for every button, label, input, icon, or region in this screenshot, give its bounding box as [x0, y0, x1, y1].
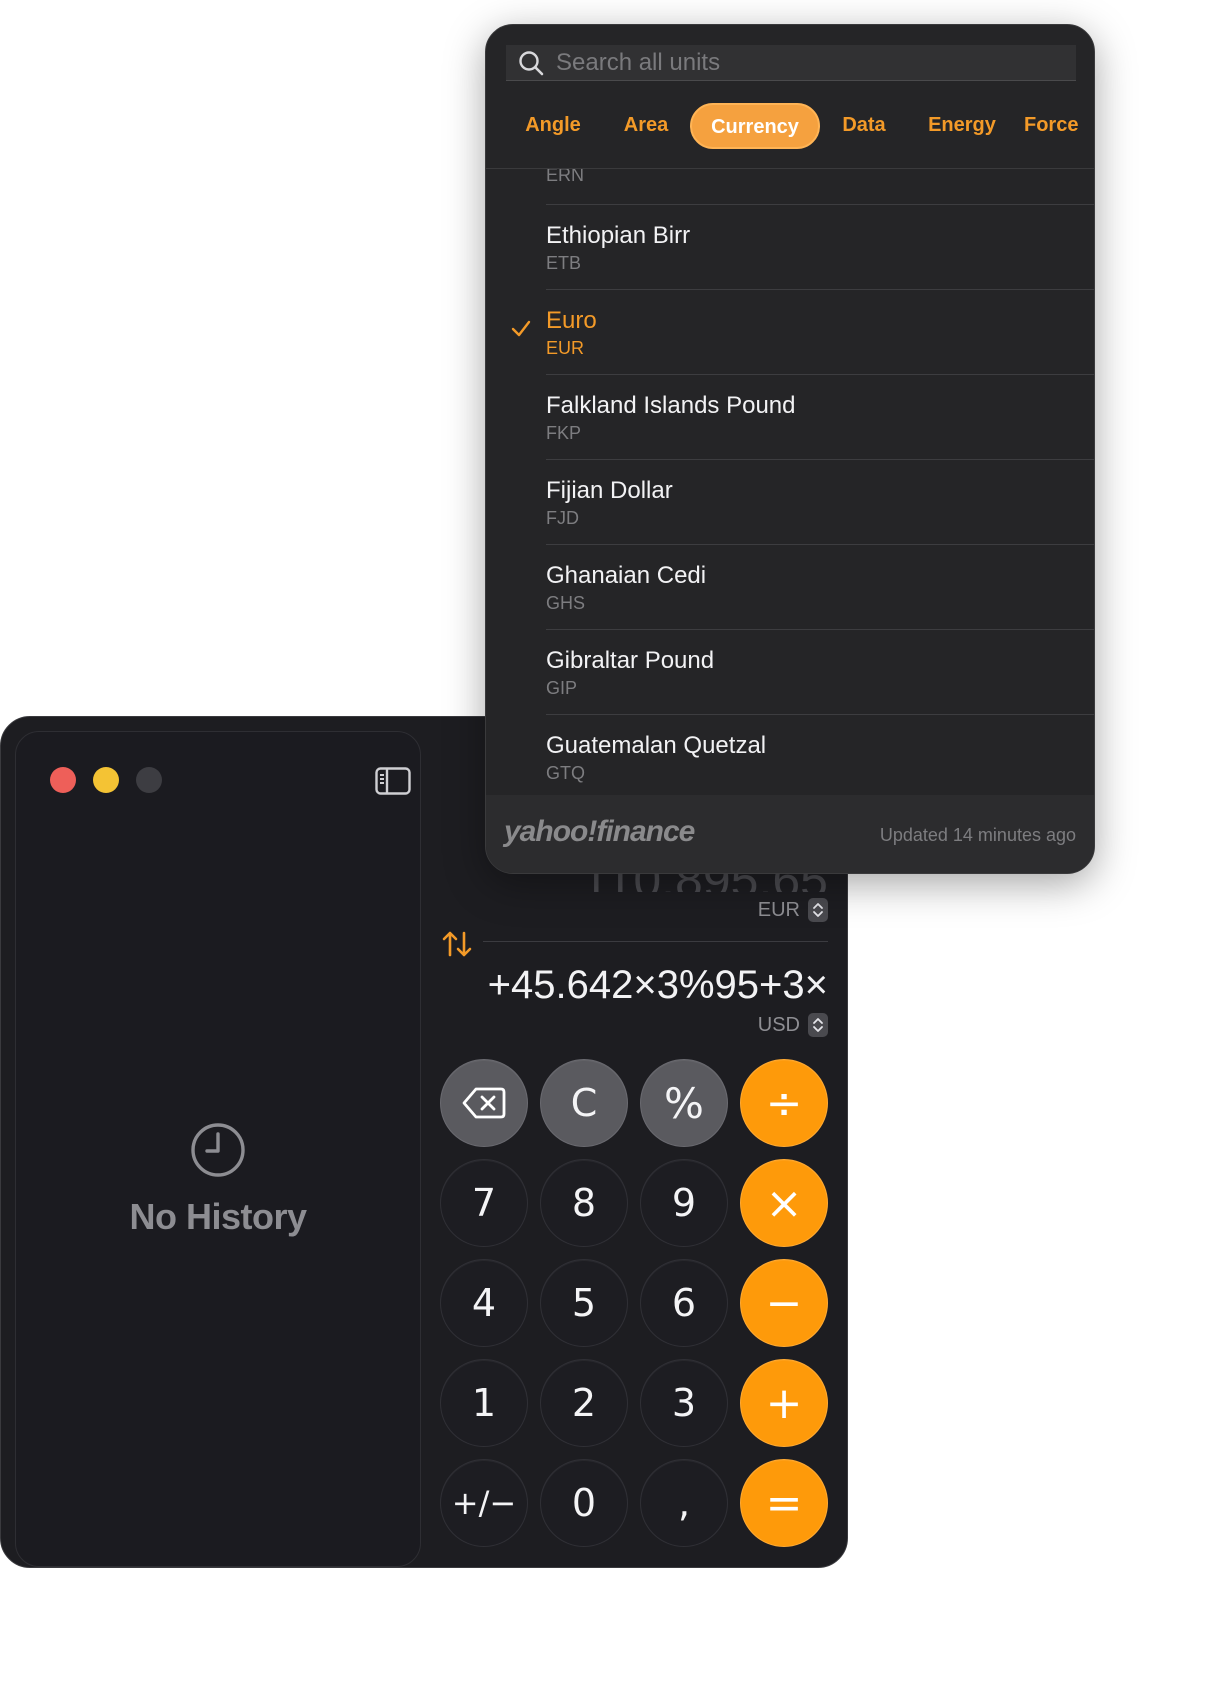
backspace-button[interactable] — [440, 1059, 528, 1147]
digit-5-button[interactable]: 5 — [540, 1259, 628, 1347]
currency-name: Ghanaian Cedi — [546, 562, 707, 589]
display-divider — [483, 941, 828, 942]
subtract-button[interactable]: − — [740, 1259, 828, 1347]
digit-0-button[interactable]: 0 — [540, 1459, 628, 1547]
list-item[interactable]: ERN — [486, 169, 1094, 205]
digit-3-button[interactable]: 3 — [640, 1359, 728, 1447]
currency-code: GHS — [546, 593, 586, 613]
clear-button[interactable]: C — [540, 1059, 628, 1147]
currency-code: FKP — [546, 423, 582, 443]
digit-2-button[interactable]: 2 — [540, 1359, 628, 1447]
currency-code: ETB — [546, 253, 582, 273]
list-item[interactable]: Ghanaian Cedi GHS — [486, 545, 1094, 630]
input-unit-selector[interactable]: USD — [758, 1013, 828, 1037]
converted-unit-label: EUR — [757, 898, 800, 921]
checkmark-icon — [511, 320, 531, 337]
tab-data[interactable]: Data — [826, 103, 902, 149]
digit-4-button[interactable]: 4 — [440, 1259, 528, 1347]
list-item[interactable]: Gibraltar Pound GIP — [486, 630, 1094, 715]
equals-button[interactable]: = — [740, 1459, 828, 1547]
tab-angle[interactable]: Angle — [511, 103, 595, 149]
search-input[interactable] — [556, 48, 1056, 77]
yahoo-finance-logo: yahoo!finance — [504, 815, 695, 848]
minimize-button[interactable] — [93, 767, 119, 793]
expression-display: +45.642×3%95+3× — [482, 960, 828, 1010]
no-history-label: No History — [129, 1196, 307, 1237]
decimal-button[interactable]: , — [640, 1459, 728, 1547]
digit-8-button[interactable]: 8 — [540, 1159, 628, 1247]
add-button[interactable]: + — [740, 1359, 828, 1447]
currency-name: Euro — [546, 307, 597, 334]
currency-code: GIP — [546, 678, 578, 698]
multiply-button[interactable]: × — [740, 1159, 828, 1247]
currency-code: ERN — [546, 169, 585, 185]
list-item[interactable]: Fijian Dollar FJD — [486, 460, 1094, 545]
list-item[interactable]: Falkland Islands Pound FKP — [486, 375, 1094, 460]
currency-code: GTQ — [546, 763, 585, 783]
unit-picker-popover: Angle Area Currency Data Energy Force ER… — [485, 24, 1095, 874]
tab-currency[interactable]: Currency — [690, 103, 820, 149]
digit-6-button[interactable]: 6 — [640, 1259, 728, 1347]
negate-button[interactable]: +/− — [440, 1459, 528, 1547]
digit-7-button[interactable]: 7 — [440, 1159, 528, 1247]
currency-name: Falkland Islands Pound — [546, 392, 796, 419]
input-unit-label: USD — [757, 1013, 800, 1036]
digit-9-button[interactable]: 9 — [640, 1159, 728, 1247]
updated-timestamp: Updated 14 minutes ago — [879, 825, 1076, 845]
divide-button[interactable]: ÷ — [740, 1059, 828, 1147]
percent-button[interactable]: % — [640, 1059, 728, 1147]
currency-name: Guatemalan Quetzal — [546, 732, 767, 759]
search-icon — [519, 50, 544, 75]
currency-name: Ethiopian Birr — [546, 222, 691, 249]
currency-name: Fijian Dollar — [546, 477, 673, 504]
close-button[interactable] — [50, 767, 76, 793]
backspace-icon — [462, 1087, 506, 1119]
tab-force[interactable]: Force — [1024, 103, 1094, 149]
list-item-selected[interactable]: Euro EUR — [486, 290, 1094, 375]
tab-area[interactable]: Area — [608, 103, 684, 149]
expression-text: +45.642×3%95+3× — [487, 963, 828, 1007]
chevron-updown-icon — [808, 898, 828, 922]
list-item[interactable]: Guatemalan Quetzal GTQ — [486, 715, 1094, 794]
currency-list: ERN Ethiopian Birr ETB Euro EUR Falkland… — [486, 169, 1094, 794]
chevron-updown-icon — [808, 1013, 828, 1037]
sidebar-icon[interactable] — [375, 767, 411, 795]
converted-unit-selector[interactable]: EUR — [758, 898, 828, 922]
category-tabs: Angle Area Currency Data Energy Force — [486, 103, 1094, 149]
list-item[interactable]: Ethiopian Birr ETB — [486, 205, 1094, 290]
tab-energy[interactable]: Energy — [914, 103, 1010, 149]
digit-1-button[interactable]: 1 — [440, 1359, 528, 1447]
search-field[interactable] — [506, 45, 1076, 81]
maximize-button[interactable] — [136, 767, 162, 793]
currency-name: Gibraltar Pound — [546, 647, 715, 674]
arrow-up-down-icon[interactable] — [441, 928, 473, 960]
clock-icon — [191, 1123, 245, 1177]
currency-code: EUR — [546, 338, 585, 358]
popover-footer: yahoo!finance Updated 14 minutes ago — [486, 795, 1094, 873]
currency-code: FJD — [546, 508, 579, 528]
